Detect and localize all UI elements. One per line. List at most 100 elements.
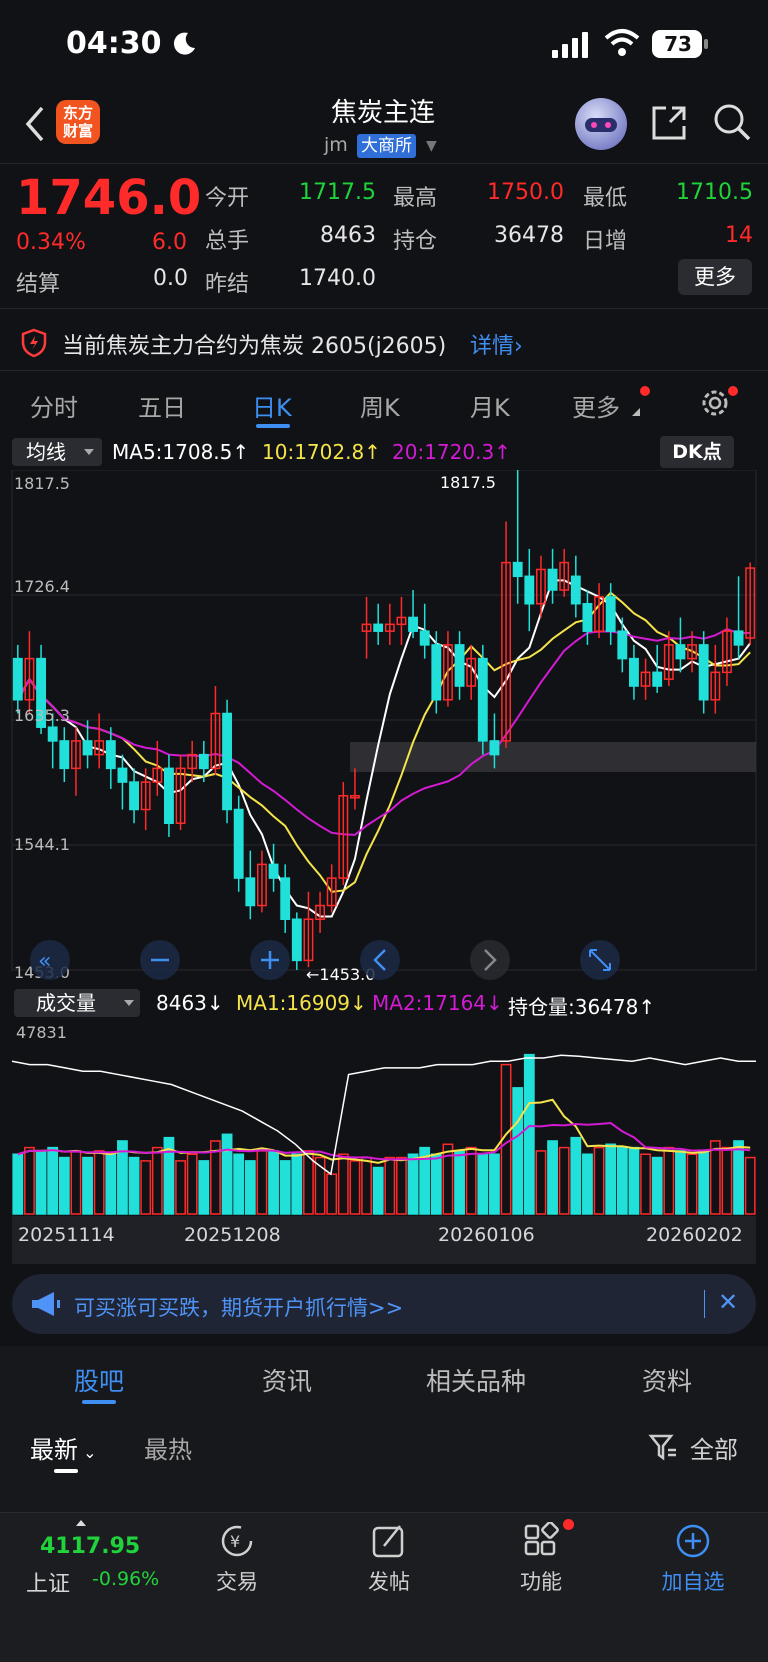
volume-bar-down (128, 1156, 140, 1215)
ad-text[interactable]: 可买涨可买跌，期货开户抓行情>> (74, 1292, 403, 1322)
notice-details-link[interactable]: 详情› (470, 328, 523, 360)
tab-five-day[interactable]: 五日 (138, 388, 186, 423)
tab-info[interactable]: 资料 (642, 1362, 692, 1398)
volume-bar-up (140, 1160, 152, 1215)
y-tick-label: 1726.4 (14, 577, 70, 596)
app-logo[interactable]: 东方 财富 (56, 100, 100, 144)
volume-bar-up (361, 1156, 372, 1215)
date-label: 20260202 (646, 1224, 743, 1246)
scroll-right-button[interactable] (470, 940, 510, 980)
volume-bar-down (198, 1160, 210, 1215)
candle-down (268, 863, 279, 879)
exchange-badge[interactable]: 大商所 (357, 134, 416, 158)
filter-icon[interactable] (648, 1432, 678, 1462)
volume-ma1-readout: MA1:16909↓ (236, 991, 367, 1015)
candle-down (408, 616, 418, 632)
active-sort-indicator (54, 1469, 78, 1473)
volume-bar-down (523, 1053, 535, 1215)
apps-icon[interactable] (522, 1522, 560, 1560)
volume-indicator-dropdown[interactable]: 成交量 (14, 989, 140, 1017)
caret-icon (632, 408, 640, 416)
add-watchlist-icon[interactable] (674, 1522, 712, 1560)
candle-down (129, 781, 139, 811)
back-icon[interactable] (22, 104, 48, 144)
tab-weekly-k[interactable]: 周K (360, 388, 400, 423)
sort-latest-label: 最新 (30, 1436, 78, 1464)
volume-bar-down (651, 1156, 663, 1215)
tab-news[interactable]: 资讯 (262, 1362, 312, 1398)
volume-bar-down (605, 1143, 617, 1215)
tab-more-periods[interactable]: 更多 (572, 388, 620, 423)
candle-down (582, 602, 593, 632)
scroll-left-button[interactable] (360, 940, 400, 980)
candle-down (117, 767, 128, 783)
volume-bar-down (291, 1153, 303, 1215)
candle-down (629, 657, 639, 687)
chevron-down-icon[interactable]: ▼ (426, 138, 437, 154)
change-amount: 6.0 (152, 230, 187, 255)
volume-bar-down (105, 1153, 117, 1215)
volume-bar-up (337, 1153, 349, 1215)
kline-chart[interactable]: 1817.5 1726.4 1635.3 1544.1 1453.0 1817.… (0, 470, 768, 986)
high-label: 最高 (393, 186, 438, 211)
compose-icon[interactable] (370, 1522, 408, 1560)
volume-bar-up (93, 1150, 105, 1215)
index-change[interactable]: -0.96% (92, 1568, 159, 1590)
volume-chart[interactable]: 47831 (0, 1018, 768, 1216)
volume-bar-down (512, 1087, 524, 1215)
tab-intraday[interactable]: 分时 (30, 388, 78, 423)
last-price: 1746.0 (16, 170, 202, 226)
volume-bar-up (709, 1140, 721, 1215)
search-icon[interactable] (712, 102, 752, 142)
change-percent: 0.34% (16, 230, 86, 255)
gear-icon[interactable] (700, 388, 730, 418)
candle-down (419, 630, 430, 646)
dk-points-button[interactable]: DK点 (660, 436, 734, 468)
volume-bar-down (82, 1156, 93, 1215)
sort-latest[interactable]: 最新 ⌄ (30, 1430, 97, 1465)
volume-bar-up (465, 1146, 477, 1215)
volume-bar-up (256, 1150, 268, 1215)
share-icon[interactable] (650, 104, 688, 142)
nav-trade[interactable]: 交易 (187, 1566, 287, 1596)
ai-assistant-icon[interactable] (575, 98, 627, 150)
ma5-readout: MA5:1708.5↑ (112, 440, 250, 464)
low-label: 最低 (583, 186, 628, 211)
tab-monthly-k[interactable]: 月K (470, 388, 510, 423)
close-icon[interactable]: ✕ (718, 1288, 738, 1316)
volume-bar-down (430, 1153, 442, 1215)
volume-bar-down (570, 1136, 582, 1215)
tab-stock-forum[interactable]: 股吧 (74, 1362, 124, 1398)
tab-daily-k[interactable]: 日K (252, 388, 292, 423)
candle-down (12, 657, 23, 701)
active-tab-indicator (256, 424, 290, 428)
filter-all[interactable]: 全部 (690, 1430, 738, 1465)
volume-bar-down (407, 1153, 419, 1215)
index-name[interactable]: 上证 (26, 1566, 70, 1598)
divider (0, 370, 768, 371)
y-tick-label: 1817.5 (14, 474, 70, 493)
notification-dot (640, 386, 650, 396)
max-price-label: 1817.5 (440, 473, 496, 492)
nav-add-watchlist[interactable]: 加自选 (643, 1566, 743, 1596)
open-interest-label: 持仓 (393, 229, 438, 254)
candle-down (373, 623, 384, 632)
ma20-readout: 20:1720.3↑ (392, 440, 511, 464)
tab-related[interactable]: 相关品种 (426, 1362, 526, 1398)
volume-bar-up (384, 1156, 396, 1215)
open-value: 1717.5 (299, 180, 376, 205)
candle-down (233, 808, 244, 879)
candle-down (280, 877, 291, 920)
index-value[interactable]: 4117.95 (40, 1534, 140, 1559)
volume-bar-up (24, 1146, 35, 1215)
more-quote-button[interactable]: 更多 (678, 259, 752, 295)
nav-post[interactable]: 发帖 (339, 1566, 439, 1596)
nav-functions[interactable]: 功能 (491, 1566, 591, 1596)
date-axis (12, 1216, 756, 1264)
candle-down (291, 918, 302, 962)
volume-bar-down (268, 1150, 279, 1215)
date-label: 20251114 (18, 1224, 115, 1246)
trade-icon[interactable]: ¥ (218, 1522, 256, 1560)
sort-hottest[interactable]: 最热 (144, 1430, 192, 1465)
high-value: 1750.0 (487, 180, 564, 205)
